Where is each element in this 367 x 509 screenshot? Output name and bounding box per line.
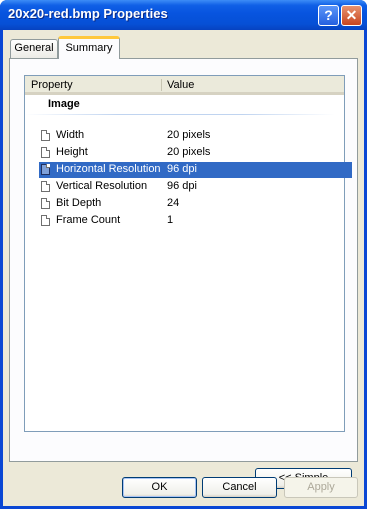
list-item[interactable]: Frame Count 1 (39, 213, 352, 229)
column-divider[interactable] (161, 79, 162, 91)
tab-summary[interactable]: Summary (58, 36, 120, 59)
property-name: Width (56, 129, 85, 141)
list-item-selected[interactable]: Horizontal Resolution 96 dpi (39, 162, 352, 178)
column-header-property[interactable]: Property (31, 79, 73, 91)
property-value: 20 pixels (167, 129, 211, 141)
list-item[interactable]: Vertical Resolution 96 dpi (39, 179, 352, 195)
property-name: Bit Depth (56, 197, 102, 209)
property-name: Vertical Resolution (56, 180, 148, 192)
property-icon (41, 164, 50, 175)
window-title: 20x20-red.bmp Properties (8, 6, 168, 21)
list-item[interactable]: Height 20 pixels (39, 145, 352, 161)
cancel-button[interactable]: Cancel (202, 477, 277, 498)
property-name: Height (56, 146, 88, 158)
property-value: 96 dpi (167, 163, 197, 175)
property-name: Horizontal Resolution (56, 163, 161, 175)
property-value: 96 dpi (167, 180, 197, 192)
property-value: 1 (167, 214, 174, 226)
group-divider (25, 114, 335, 115)
property-value: 20 pixels (167, 146, 211, 158)
property-icon (41, 147, 50, 158)
ok-button[interactable]: OK (122, 477, 197, 498)
summary-panel: Property Value Image Width 20 pixels Hei… (9, 58, 358, 489)
property-icon (41, 181, 50, 192)
property-list[interactable]: Property Value Image Width 20 pixels Hei… (24, 75, 352, 432)
title-bar[interactable]: 20x20-red.bmp Properties ? ✕ (0, 0, 367, 30)
list-header: Property Value (25, 76, 344, 95)
group-header-image: Image (48, 98, 80, 110)
property-name: Frame Count (56, 214, 121, 226)
property-value: 24 (167, 197, 180, 209)
properties-window: 20x20-red.bmp Properties ? ✕ General Sum… (0, 0, 367, 509)
list-item[interactable]: Bit Depth 24 (39, 196, 352, 212)
tab-general[interactable]: General (10, 39, 58, 58)
close-button[interactable]: ✕ (341, 5, 362, 26)
help-button[interactable]: ? (318, 5, 339, 26)
column-header-value[interactable]: Value (167, 79, 194, 91)
list-item[interactable]: Width 20 pixels (39, 128, 352, 144)
dialog-body: General Summary Property Value Image Wid… (3, 30, 364, 506)
property-icon (41, 198, 50, 209)
apply-button: Apply (284, 477, 358, 498)
property-icon (41, 215, 50, 226)
property-icon (41, 130, 50, 141)
